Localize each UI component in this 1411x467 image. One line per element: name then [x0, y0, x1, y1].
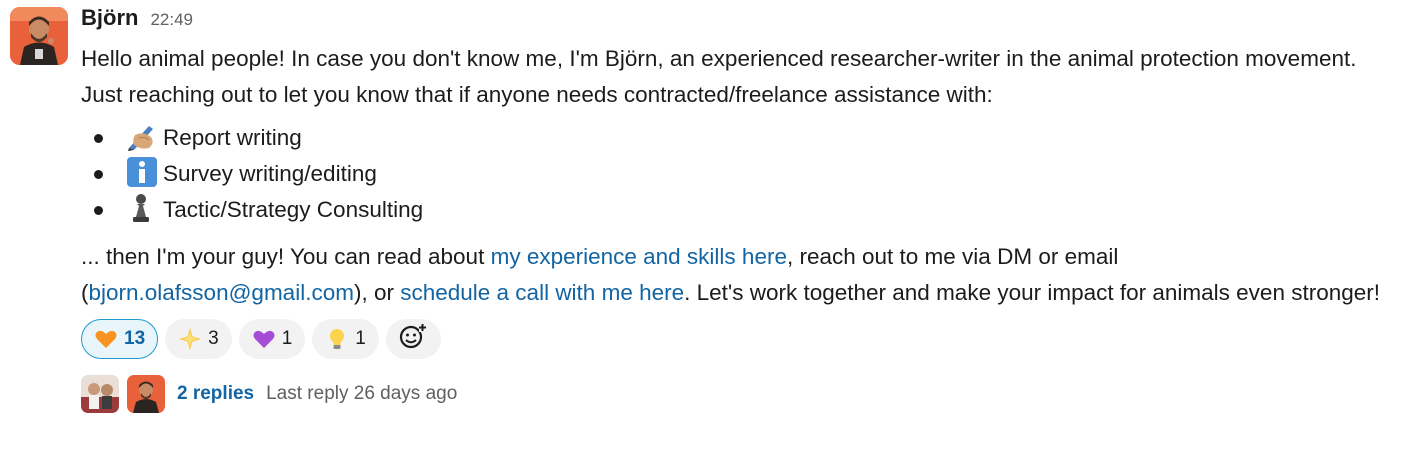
thread-summary[interactable]: 2 replies Last reply 26 days ago [81, 373, 1401, 415]
reaction-count: 3 [208, 328, 219, 349]
reaction-count: 1 [355, 328, 366, 349]
schedule-call-link[interactable]: schedule a call with me here [400, 280, 684, 305]
message-header: Björn 22:49 [81, 5, 1401, 39]
reaction-count: 1 [281, 328, 293, 349]
purple-heart-icon [252, 327, 276, 351]
reply-avatar [127, 375, 165, 413]
message-intro: Hello animal people! In case you don't k… [81, 46, 1357, 107]
experience-link[interactable]: my experience and skills here [491, 244, 787, 269]
avatar[interactable] [10, 7, 68, 65]
chess-pawn-icon [125, 193, 157, 223]
reaction-light-bulb[interactable]: 1 [312, 319, 379, 359]
last-reply-time: Last reply 26 days ago [266, 383, 458, 404]
orange-heart-icon [94, 327, 118, 351]
reaction-bar: 13 3 1 1 [81, 317, 1401, 361]
reply-count-link[interactable]: 2 replies [177, 383, 254, 405]
outro-text: ), or [353, 280, 401, 305]
light-bulb-icon [325, 327, 349, 351]
email-link[interactable]: bjorn.olafsson@gmail.com [89, 280, 354, 305]
add-emoji-icon [399, 322, 427, 356]
author-name[interactable]: Björn [81, 5, 138, 31]
message-outro: ... then I'm your guy! You can read abou… [81, 239, 1401, 311]
reply-avatar [81, 375, 119, 413]
list-item-label: Report writing [163, 125, 302, 150]
list-item-label: Survey writing/editing [163, 161, 377, 186]
list-item: Tactic/Strategy Consulting [81, 192, 1401, 228]
sparkle-star-icon [178, 327, 202, 351]
timestamp[interactable]: 22:49 [150, 10, 193, 30]
message: Björn 22:49 Hello animal people! In case… [81, 5, 1401, 415]
add-reaction-button[interactable] [385, 319, 441, 359]
list-item: Survey writing/editing [81, 156, 1401, 192]
list-item: Report writing [81, 120, 1401, 156]
writing-hand-icon [125, 121, 157, 151]
reaction-sparkle-star[interactable]: 3 [165, 319, 232, 359]
reaction-purple-heart[interactable]: 1 [238, 319, 306, 359]
list-item-label: Tactic/Strategy Consulting [163, 197, 424, 222]
information-icon [125, 157, 157, 187]
outro-text: . Let's work together and make your impa… [684, 280, 1380, 305]
reaction-count: 13 [124, 328, 146, 349]
outro-text: ... then I'm your guy! You can read abou… [81, 244, 491, 269]
service-list: Report writing Survey writing/editing Ta… [81, 120, 1401, 228]
reaction-orange-heart[interactable]: 13 [81, 319, 159, 359]
